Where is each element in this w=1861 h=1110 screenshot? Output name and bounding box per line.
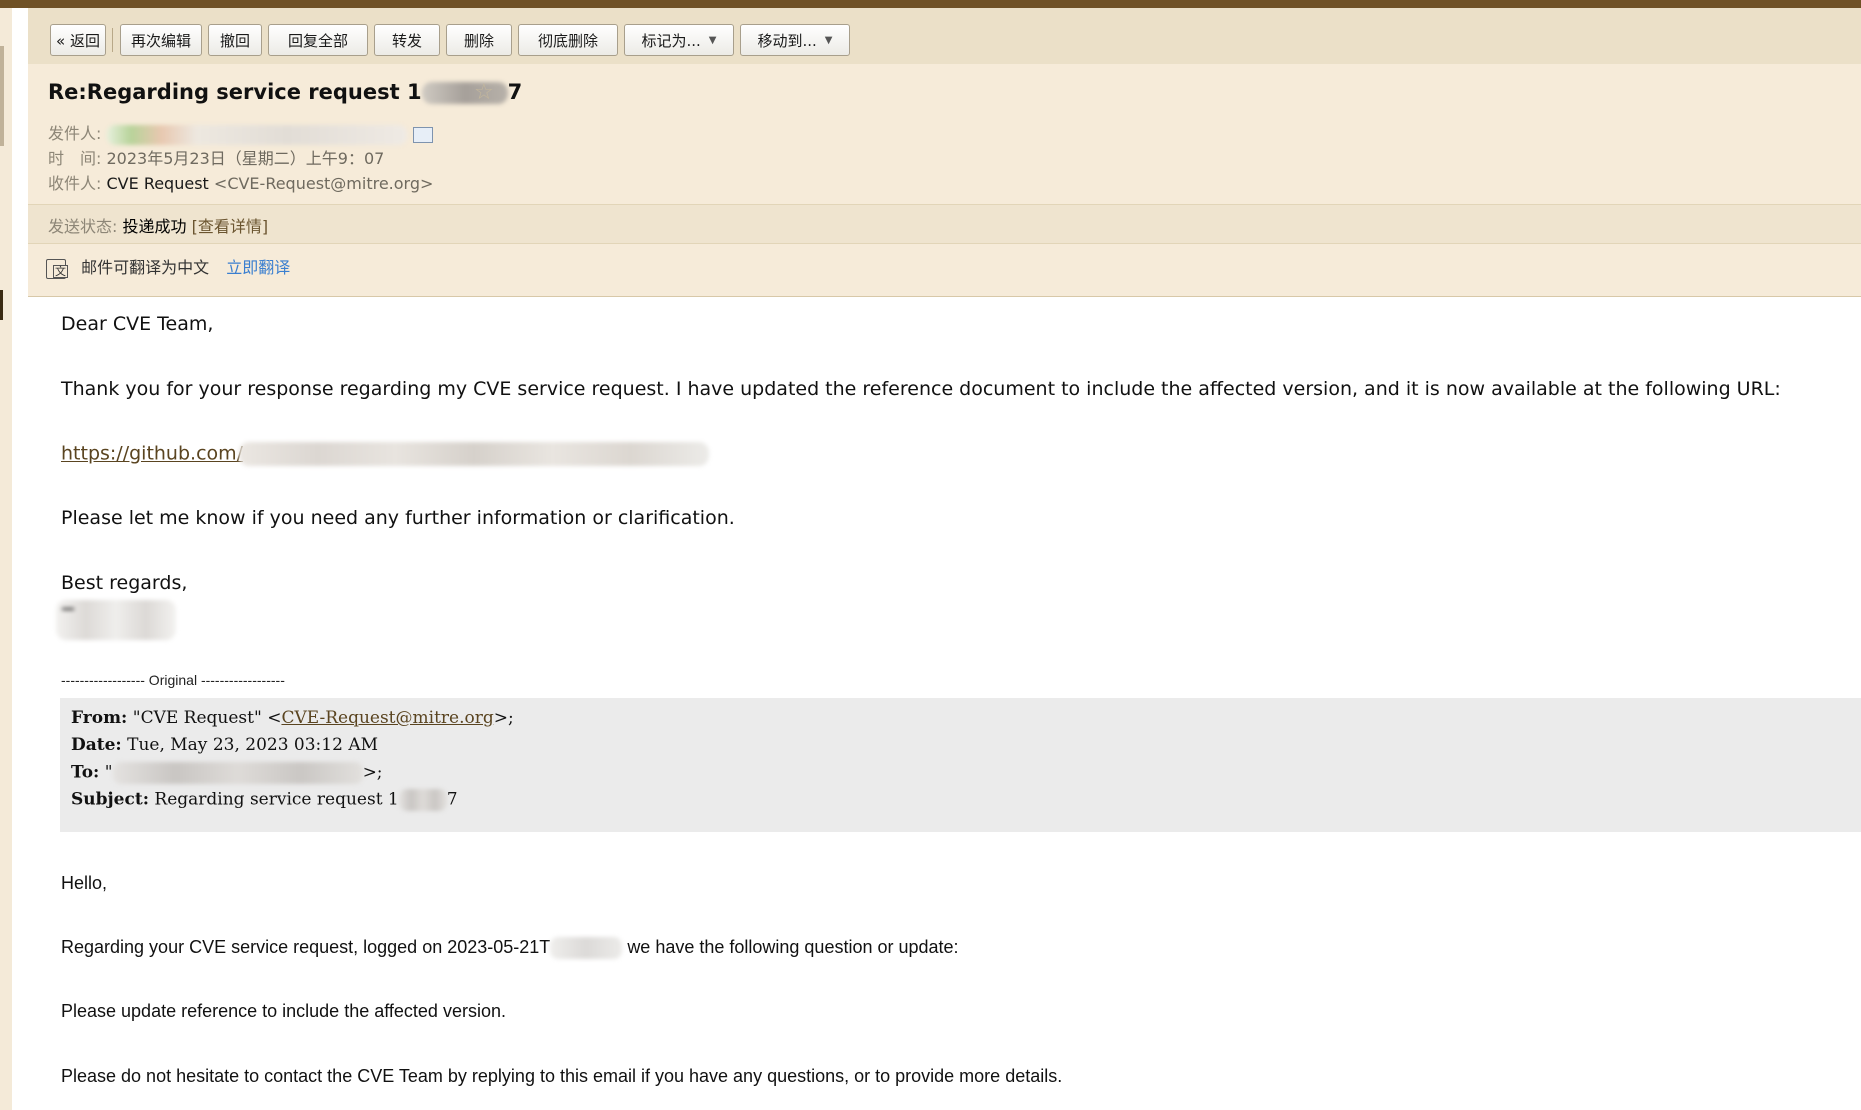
delete-permanently-button[interactable]: 彻底删除 — [518, 24, 618, 56]
back-button[interactable]: « 返回 — [50, 24, 106, 56]
quoted-to-label: To: — [71, 762, 100, 783]
move-to-label: 移动到... — [757, 31, 817, 50]
time-row: 时 间: 2023年5月23日（星期二）上午9：07 — [48, 145, 384, 169]
mail-toolbar: « 返回 再次编辑 撤回 回复全部 转发 删除 彻底删除 标记为... ▼ 移动… — [28, 8, 1861, 65]
mark-as-dropdown[interactable]: 标记为... ▼ — [624, 24, 734, 56]
contact-card-icon[interactable] — [413, 126, 434, 143]
mail-subject: Re:Regarding service request 1 7 — [48, 80, 522, 104]
left-panel-handle[interactable] — [0, 290, 3, 320]
toolbar-divider — [112, 28, 113, 52]
chevron-down-icon: ▼ — [824, 34, 833, 46]
mail-header: Re:Regarding service request 1 7 ☆ 发件人: 时… — [28, 64, 1861, 297]
reply-line-1: Regarding your CVE service request, logg… — [61, 937, 959, 960]
to-label: 收件人: — [48, 174, 102, 193]
quoted-date: Date: Tue, May 23, 2023 03:12 AM — [71, 735, 378, 755]
reply-all-button[interactable]: 回复全部 — [268, 24, 368, 56]
translate-text: 邮件可翻译为中文 — [81, 258, 210, 277]
redacted-sender — [107, 124, 408, 145]
reply-hello: Hello, — [61, 873, 108, 893]
quoted-date-label: Date: — [71, 735, 122, 755]
quoted-from-end: >; — [493, 708, 514, 728]
quoted-to: To: " >; — [71, 762, 383, 784]
reply-line-1-start: Regarding your CVE service request, logg… — [61, 937, 551, 957]
recall-button[interactable]: 撤回 — [208, 24, 262, 56]
github-url-link[interactable]: https://github.com/ — [61, 443, 243, 465]
move-to-dropdown[interactable]: 移动到... ▼ — [740, 24, 850, 56]
quoted-to-start: " — [104, 762, 113, 783]
status-value: 投递成功 — [122, 217, 187, 236]
quoted-subject-label: Subject: — [71, 789, 149, 810]
from-label: 发件人: — [48, 124, 102, 143]
reedit-button[interactable]: 再次编辑 — [120, 24, 202, 56]
original-separator: ------------------ Original ------------… — [61, 672, 285, 688]
left-panel-mark — [0, 46, 4, 146]
delivery-status-row: 发送状态: 投递成功 [查看详情] — [28, 204, 1861, 244]
quoted-from-email-link[interactable]: CVE-Request@mitre.org — [281, 708, 493, 728]
from-row: 发件人: — [48, 120, 434, 145]
to-row: 收件人: CVE Request <CVE-Request@mitre.org> — [48, 170, 433, 194]
subject-prefix: Re:Regarding service request 1 — [48, 80, 422, 104]
reply-line-1-end: we have the following question or update… — [627, 937, 959, 957]
to-name[interactable]: CVE Request — [107, 174, 209, 193]
star-icon[interactable]: ☆ — [474, 80, 494, 105]
quoted-subject-end: 7 — [446, 789, 458, 810]
greeting: Dear CVE Team, — [61, 313, 214, 335]
status-label: 发送状态: — [48, 217, 118, 236]
translate-bar: 邮件可翻译为中文 立即翻译 — [46, 254, 290, 279]
url-line: https://github.com/ — [61, 442, 710, 466]
redacted-request-id — [398, 789, 447, 811]
mark-as-label: 标记为... — [641, 31, 701, 50]
reply-line-2: Please update reference to include the a… — [61, 1001, 506, 1021]
translate-icon — [46, 258, 68, 279]
mail-read-pane: « 返回 再次编辑 撤回 回复全部 转发 删除 彻底删除 标记为... ▼ 移动… — [12, 8, 1861, 1110]
translate-now-link[interactable]: 立即翻译 — [226, 258, 290, 277]
closing: Best regards, — [61, 572, 188, 594]
quoted-date-value: Tue, May 23, 2023 03:12 AM — [127, 735, 379, 755]
body-paragraph-2: Please let me know if you need any furth… — [61, 507, 735, 529]
quoted-from-name: "CVE Request" < — [132, 708, 282, 728]
time-value: 2023年5月23日（星期二）上午9：07 — [106, 149, 385, 168]
quoted-from-label: From: — [71, 708, 128, 728]
quoted-header: From: "CVE Request" <CVE-Request@mitre.o… — [60, 698, 1861, 832]
quoted-from: From: "CVE Request" <CVE-Request@mitre.o… — [71, 708, 514, 728]
forward-button[interactable]: 转发 — [374, 24, 440, 56]
reply-line-3: Please do not hesitate to contact the CV… — [61, 1066, 1063, 1086]
redacted-timestamp — [550, 937, 623, 960]
redacted-url — [239, 442, 710, 466]
chevron-down-icon: ▼ — [708, 34, 717, 46]
delete-button[interactable]: 删除 — [446, 24, 512, 56]
to-email: <CVE-Request@mitre.org> — [213, 174, 434, 193]
quoted-to-end: >; — [362, 762, 383, 783]
time-label: 时 间: — [48, 149, 102, 168]
quoted-subject-value: Regarding service request 1 — [154, 789, 399, 810]
redacted-recipient — [112, 762, 363, 784]
body-paragraph-1: Thank you for your response regarding my… — [61, 378, 1781, 400]
view-details-link[interactable]: [查看详情] — [192, 217, 269, 236]
subject-suffix: 7 — [507, 80, 523, 104]
redacted-region — [421, 82, 508, 104]
redacted-signature — [56, 600, 176, 640]
quoted-subject: Subject: Regarding service request 1 7 — [71, 789, 458, 811]
